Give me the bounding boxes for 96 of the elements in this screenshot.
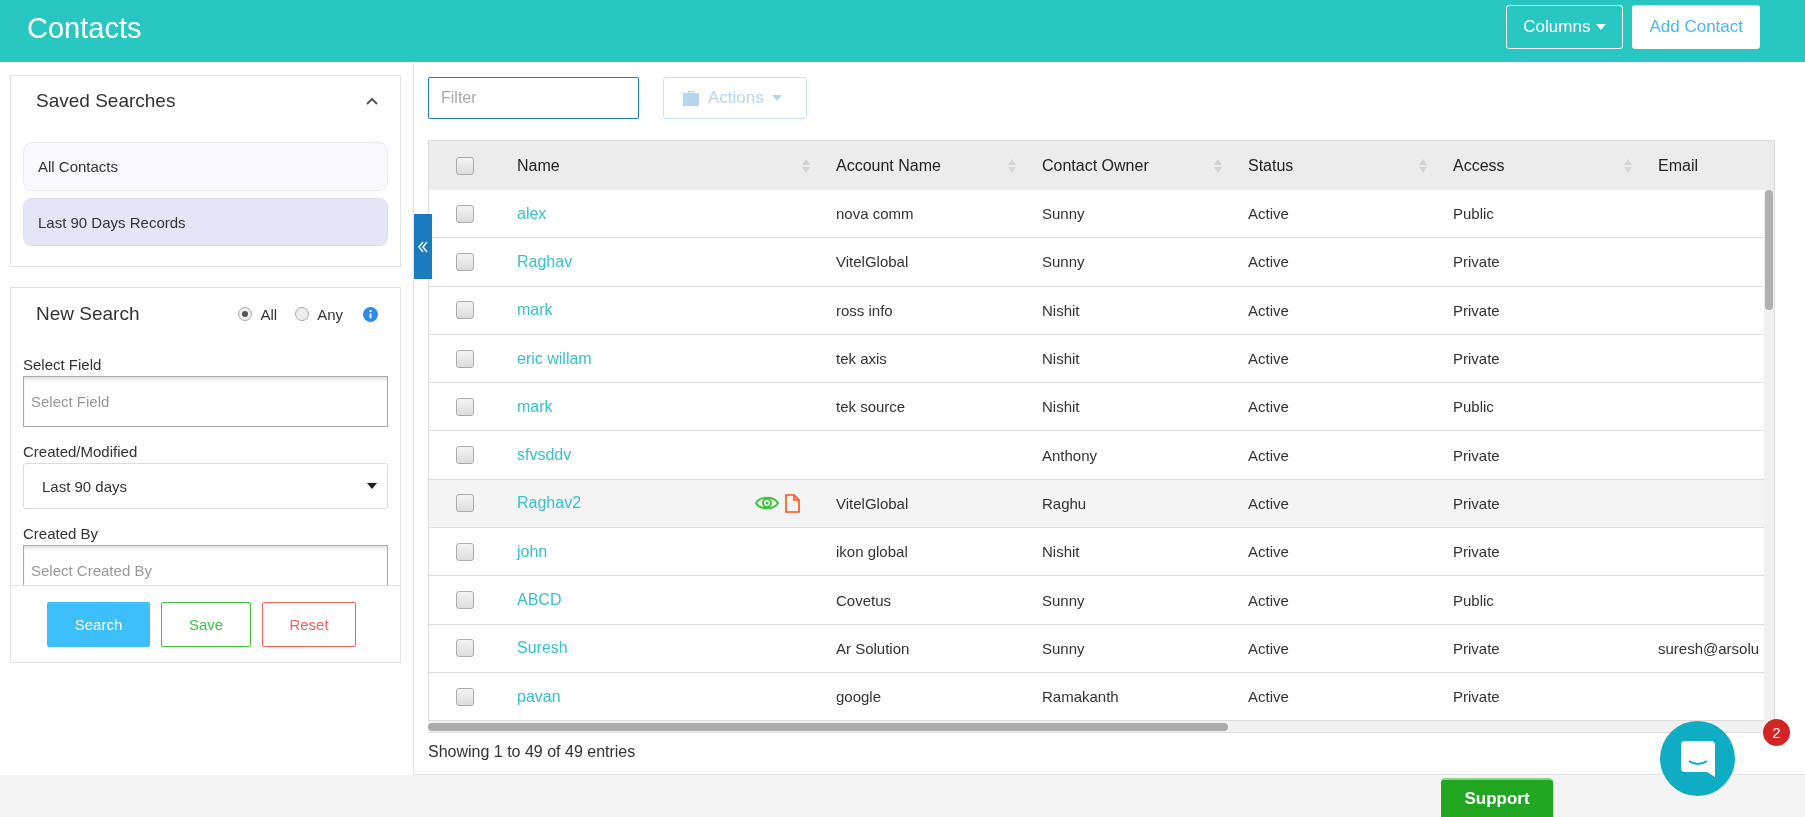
row-checkbox[interactable] xyxy=(456,252,474,271)
table-cell-text: Active xyxy=(1247,446,1290,464)
table-cell-text: Active xyxy=(1247,639,1290,657)
sort-icon[interactable] xyxy=(1624,158,1632,173)
table-cell-text: Ramakanth xyxy=(1041,688,1120,706)
table-cell-text: Active xyxy=(1247,253,1290,271)
table-cell-text: Ar Solution xyxy=(835,639,911,657)
page-title: Contacts xyxy=(27,12,143,45)
table-cell-text: tek axis xyxy=(835,350,888,368)
row-checkbox[interactable] xyxy=(456,397,474,416)
entries-info: Showing 1 to 49 of 49 entries xyxy=(428,743,636,762)
sort-icon[interactable] xyxy=(1419,158,1427,173)
column-header[interactable]: Account Name xyxy=(836,156,941,175)
row-checkbox[interactable] xyxy=(456,349,474,368)
row-checkbox[interactable] xyxy=(456,687,474,706)
field-label: Select Field xyxy=(23,356,103,373)
table-cell-text: Covetus xyxy=(835,591,893,609)
table-cell-text: Sunny xyxy=(1041,205,1086,223)
table-cell-text: nova comm xyxy=(835,205,915,223)
match-radio[interactable]: All xyxy=(238,305,278,323)
table-cell-text: tek source xyxy=(835,398,907,416)
row-checkbox[interactable] xyxy=(456,204,474,223)
double-chevron-left-icon xyxy=(418,240,428,253)
row-checkbox[interactable] xyxy=(456,542,474,561)
table-cell-text: Sunny xyxy=(1041,639,1086,657)
table-cell-text: Private xyxy=(1452,639,1501,657)
table-cell-text: Public xyxy=(1452,398,1495,416)
table-cell-text: Active xyxy=(1247,205,1290,223)
table-cell-text: Active xyxy=(1247,494,1290,512)
table-cell-text: Private xyxy=(1452,543,1501,561)
table-cell-text: google xyxy=(835,688,883,706)
table-cell-text: suresh@arsolu xyxy=(1657,639,1761,657)
saved-search-item[interactable]: All Contacts xyxy=(23,142,388,191)
table-cell-text: Active xyxy=(1247,398,1290,416)
panel-title: Saved Searches xyxy=(36,90,176,112)
table-cell-text: Active xyxy=(1247,301,1290,319)
column-header[interactable]: Email xyxy=(1658,156,1698,175)
table-cell-text: Sunny xyxy=(1041,253,1086,271)
saved-search-item[interactable]: Last 90 Days Records xyxy=(23,198,388,246)
row-checkbox[interactable] xyxy=(456,446,474,465)
caret-icon xyxy=(1596,24,1607,30)
chat-bubble-icon xyxy=(1680,740,1715,777)
panel-title: New Search xyxy=(36,303,141,325)
row-checkbox[interactable] xyxy=(456,639,474,658)
table-cell-text: Active xyxy=(1247,591,1290,609)
field-label: Created By xyxy=(23,525,100,542)
table-cell-text: Private xyxy=(1452,301,1501,319)
table-cell-text: Sunny xyxy=(1041,591,1086,609)
row-checkbox[interactable] xyxy=(456,591,474,609)
table-cell-text: Anthony xyxy=(1041,446,1099,464)
caret-icon xyxy=(771,95,782,101)
table-cell-text: Private xyxy=(1452,494,1501,512)
row-checkbox[interactable] xyxy=(456,494,474,513)
column-header[interactable]: Contact Owner xyxy=(1042,156,1149,175)
field-label: Created/Modified xyxy=(23,443,139,460)
table-cell-text: Private xyxy=(1452,446,1501,464)
briefcase-icon xyxy=(682,90,700,106)
select-field-input[interactable]: Select Created By xyxy=(23,545,388,585)
sort-icon[interactable] xyxy=(802,158,810,173)
table-cell-text: Public xyxy=(1452,591,1495,609)
table-cell-text: Public xyxy=(1452,205,1495,223)
table-cell-text: Nishit xyxy=(1041,398,1081,416)
document-icon[interactable] xyxy=(785,493,800,513)
table-cell-text: Private xyxy=(1452,253,1501,271)
eye-icon[interactable] xyxy=(755,495,779,512)
table-cell-text: Active xyxy=(1247,350,1290,368)
vertical-scrollbar[interactable] xyxy=(1764,190,1774,722)
table-cell-text: Nishit xyxy=(1041,350,1081,368)
caret-icon xyxy=(367,483,377,489)
table-cell-text: Private xyxy=(1452,688,1501,706)
chevron-up-icon[interactable] xyxy=(366,97,378,105)
sort-icon[interactable] xyxy=(1214,158,1222,173)
match-radio[interactable]: Any xyxy=(295,305,343,323)
collapse-tab[interactable] xyxy=(414,214,432,279)
row-checkbox[interactable] xyxy=(456,301,474,320)
sort-icon[interactable] xyxy=(1008,158,1016,173)
table-cell-text: Private xyxy=(1452,350,1501,368)
table-cell-text: ikon global xyxy=(835,543,909,561)
column-header[interactable]: Status xyxy=(1248,156,1294,175)
table-cell-text: Nishit xyxy=(1041,543,1081,561)
notification-badge: 2 xyxy=(1763,719,1790,746)
select-field-input[interactable]: Select Field xyxy=(23,376,388,427)
table-cell-text: VitelGlobal xyxy=(835,253,910,271)
table-cell-text: VitelGlobal xyxy=(835,494,910,512)
table-cell-text: Raghu xyxy=(1041,494,1088,512)
date-range-select[interactable]: Last 90 days xyxy=(23,463,388,509)
info-icon[interactable] xyxy=(363,306,378,322)
column-header[interactable]: Name xyxy=(517,156,560,175)
table-cell-text: ross info xyxy=(835,301,894,319)
select-all-checkbox[interactable] xyxy=(456,156,474,175)
table-cell-text: Nishit xyxy=(1041,301,1081,319)
table-row[interactable]: Raghav2 VitelGlobal Raghu Active Private xyxy=(429,479,1764,529)
column-header[interactable]: Access xyxy=(1453,156,1505,175)
filter-field[interactable]: Filter xyxy=(428,77,639,119)
table-cell-text: Active xyxy=(1247,688,1290,706)
table-cell-text: Active xyxy=(1247,543,1290,561)
